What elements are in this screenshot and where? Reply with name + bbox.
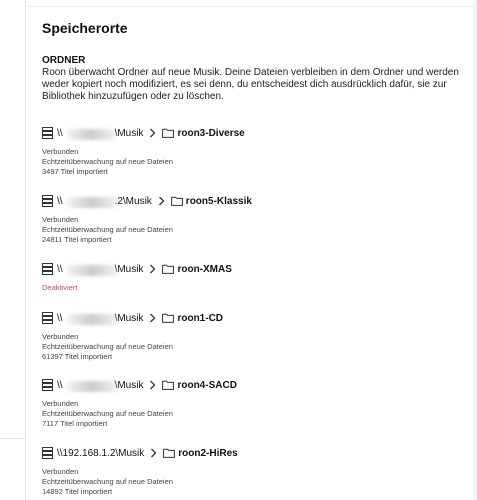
rail-divider [0, 438, 25, 439]
watch-text: Echtzeitüberwachung auf neue Dateien [42, 157, 173, 166]
top-divider [25, 6, 477, 7]
watch-text: Echtzeitüberwachung auf neue Dateien [42, 225, 173, 234]
location-path[interactable]: \\ .2\Musik roon5-Klassik [42, 193, 467, 209]
watch-text: Echtzeitüberwachung auf neue Dateien [42, 409, 173, 418]
imported-count: 14892 Titel importiert [42, 487, 113, 496]
location-item[interactable]: \\ \Musik roon-XMAS Deaktiviert [42, 261, 467, 293]
folder-icon [162, 313, 175, 323]
share-path: \\192.168.1.2\Musik [57, 447, 145, 459]
share-path: \\ \Musik [57, 127, 144, 140]
location-item[interactable]: \\192.168.1.2\Musik roon2-HiRes Verbunde… [42, 445, 467, 497]
chevron-right-icon [150, 128, 156, 138]
status-text: Verbunden [42, 399, 79, 408]
watch-text: Echtzeitüberwachung auf neue Dateien [42, 342, 173, 351]
folder-icon [170, 196, 183, 206]
location-item[interactable]: \\ \Musik roon3-Diverse Verbunden Echtzei… [42, 125, 467, 177]
folder-icon [162, 264, 175, 274]
status-text: Verbunden [42, 147, 79, 156]
folder-icon [162, 128, 175, 138]
database-icon [42, 195, 53, 207]
share-path: \\ .2\Musik [57, 195, 152, 208]
page-title: Speicherorte [42, 20, 128, 36]
section-heading: ORDNER [42, 55, 86, 66]
folder-icon [163, 448, 176, 458]
database-icon [42, 127, 53, 139]
share-path: \\ \Musik [57, 263, 144, 276]
chevron-right-icon [150, 380, 156, 390]
location-path[interactable]: \\ \Musik roon-XMAS [42, 261, 467, 277]
folder-name: roon5-Klassik [185, 195, 252, 207]
chevron-right-icon [151, 448, 157, 458]
location-path[interactable]: \\ \Musik roon4-SACD [42, 377, 467, 393]
chevron-right-icon [150, 313, 156, 323]
location-path[interactable]: \\192.168.1.2\Musik roon2-HiRes [42, 445, 467, 461]
folder-icon [162, 380, 175, 390]
database-icon [42, 263, 53, 275]
location-path[interactable]: \\ \Musik roon1-CD [42, 310, 467, 326]
location-item[interactable]: \\ .2\Musik roon5-Klassik Verbunden Echtz… [42, 193, 467, 245]
status-text: Verbunden [42, 215, 79, 224]
status-text: Verbunden [42, 332, 79, 341]
watch-text: Echtzeitüberwachung auf neue Dateien [42, 477, 173, 486]
section-description: Roon überwacht Ordner auf neue Musik. De… [42, 67, 459, 102]
imported-count: 61397 Titel importiert [42, 352, 113, 361]
database-icon [42, 447, 53, 459]
left-rail [0, 0, 26, 500]
folder-name: roon-XMAS [177, 263, 232, 275]
folder-name: roon3-Diverse [177, 127, 245, 139]
status-text: Deaktiviert [42, 283, 78, 292]
location-item[interactable]: \\ \Musik roon4-SACD Verbunden Echtzeitüb… [42, 377, 467, 429]
imported-count: 24811 Titel importiert [42, 235, 112, 244]
folder-name: roon1-CD [177, 312, 224, 324]
chevron-right-icon [158, 196, 165, 206]
database-icon [42, 379, 53, 391]
share-path: \\ \Musik [57, 312, 144, 325]
location-item[interactable]: \\ \Musik roon1-CD Verbunden Echtzeitüber… [42, 310, 467, 362]
folder-name: roon2-HiRes [178, 447, 238, 459]
imported-count: 3497 Titel importiert [42, 167, 108, 176]
status-text: Verbunden [42, 467, 79, 476]
share-path: \\ \Musik [57, 379, 144, 392]
location-path[interactable]: \\ \Musik roon3-Diverse [42, 125, 467, 141]
folder-name: roon4-SACD [177, 379, 237, 391]
imported-count: 7117 Titel importiert [42, 419, 108, 428]
chevron-right-icon [150, 264, 156, 274]
database-icon [42, 312, 53, 324]
